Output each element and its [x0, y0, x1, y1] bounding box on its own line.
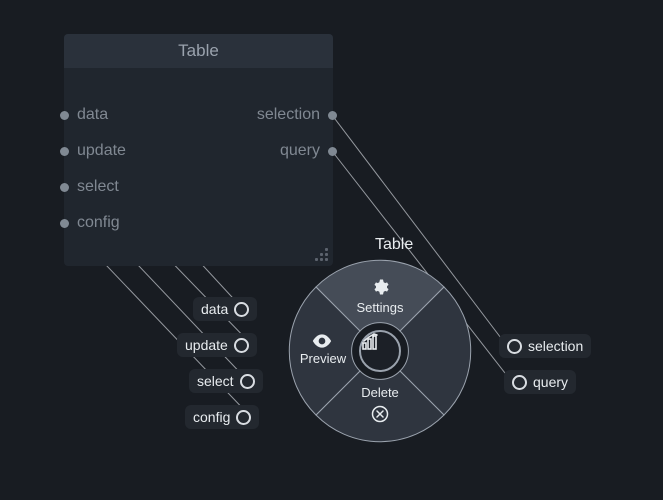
- radial-label-bottom: Delete: [350, 385, 410, 400]
- pill-query[interactable]: query: [504, 370, 576, 394]
- port-dot: [60, 219, 69, 228]
- port-dot: [60, 147, 69, 156]
- connector-ring-icon: [234, 338, 249, 353]
- port-label: select: [77, 178, 119, 196]
- connector-ring-icon: [512, 375, 527, 390]
- pill-label: config: [193, 409, 230, 425]
- port-update[interactable]: update: [64, 142, 126, 160]
- radial-title: Table: [375, 236, 413, 254]
- pill-label: query: [533, 374, 568, 390]
- pill-label: update: [185, 337, 228, 353]
- pill-label: data: [201, 301, 228, 317]
- connector-ring-icon: [507, 339, 522, 354]
- port-label: data: [77, 106, 108, 124]
- chart-icon: [361, 332, 381, 352]
- radial-menu: Settings Preview Delete: [288, 259, 472, 443]
- connector-ring-icon: [236, 410, 251, 425]
- port-dot: [328, 147, 337, 156]
- table-node-header[interactable]: Table: [64, 34, 333, 68]
- table-node-title: Table: [178, 41, 219, 61]
- table-node[interactable]: Table data update select config selectio…: [64, 34, 333, 266]
- port-query[interactable]: query: [280, 142, 333, 160]
- pill-config[interactable]: config: [185, 405, 259, 429]
- port-dot: [328, 111, 337, 120]
- pill-label: select: [197, 373, 234, 389]
- port-selection[interactable]: selection: [257, 106, 333, 124]
- radial-label-top: Settings: [350, 300, 410, 315]
- connector-ring-icon: [240, 374, 255, 389]
- port-label: update: [77, 142, 126, 160]
- port-label: selection: [257, 106, 320, 124]
- table-node-body: data update select config selection quer…: [64, 68, 333, 266]
- radial-label-left: Preview: [293, 351, 353, 366]
- pill-select[interactable]: select: [189, 369, 263, 393]
- pill-label: selection: [528, 338, 583, 354]
- port-label: query: [280, 142, 320, 160]
- connector-ring-icon: [234, 302, 249, 317]
- port-dot: [60, 111, 69, 120]
- pill-data[interactable]: data: [193, 297, 257, 321]
- port-config[interactable]: config: [64, 214, 120, 232]
- pill-selection[interactable]: selection: [499, 334, 591, 358]
- port-dot: [60, 183, 69, 192]
- pill-update[interactable]: update: [177, 333, 257, 357]
- port-data[interactable]: data: [64, 106, 108, 124]
- port-label: config: [77, 214, 120, 232]
- radial-center-button[interactable]: [359, 330, 401, 372]
- port-select[interactable]: select: [64, 178, 119, 196]
